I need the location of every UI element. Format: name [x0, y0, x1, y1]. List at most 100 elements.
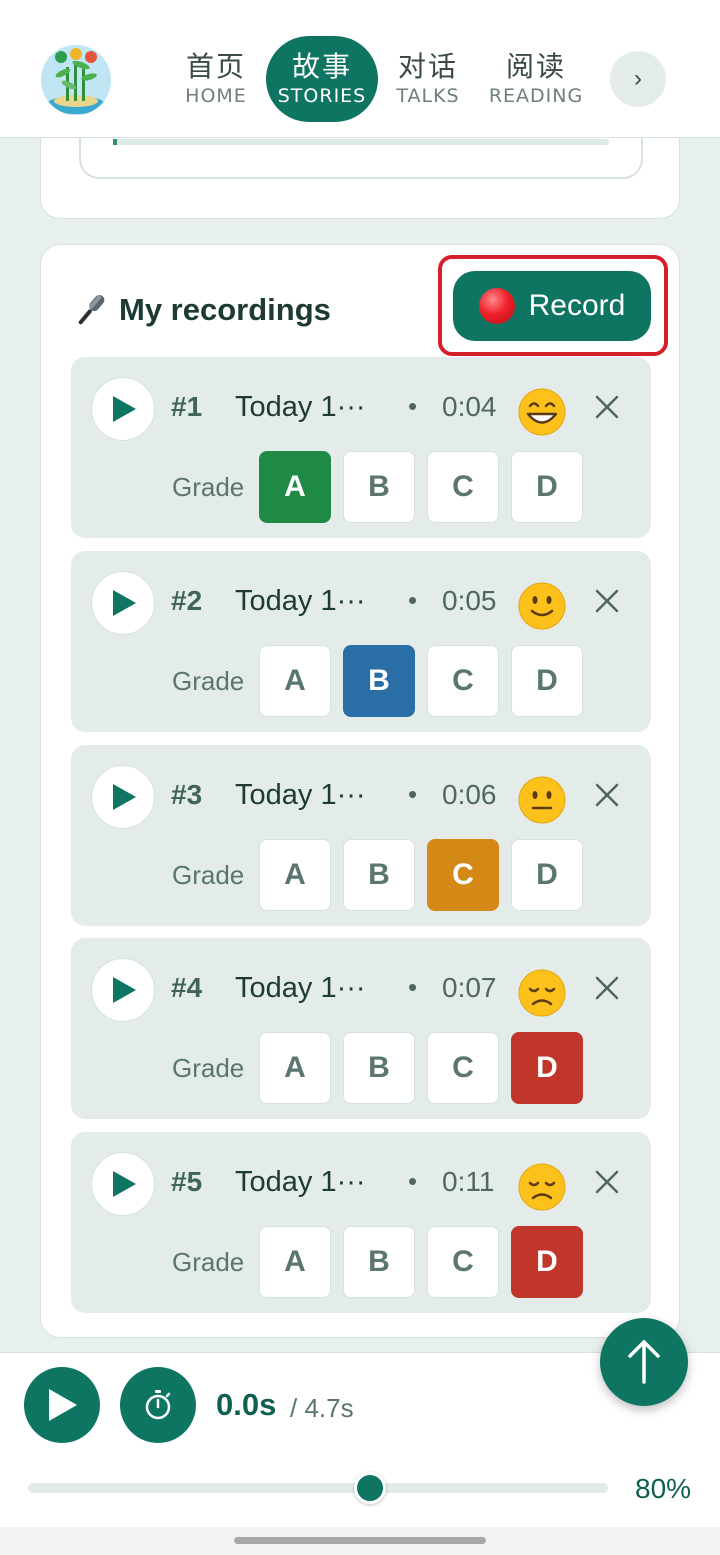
- delete-recording-button[interactable]: [591, 585, 623, 617]
- recording-play-button[interactable]: [91, 958, 155, 1022]
- grade-button-c[interactable]: C: [427, 1032, 499, 1104]
- tab-talks-en-label: TALKS: [396, 85, 460, 107]
- tab-reading-en-label: READING: [488, 85, 584, 107]
- recording-number: #2: [171, 585, 203, 616]
- recording-item: #4 Today 1··· • 0:07 Grade A B C D: [71, 938, 651, 1119]
- grade-button-b[interactable]: B: [343, 645, 415, 717]
- recording-date: Today 1···: [235, 585, 366, 617]
- recording-play-button[interactable]: [91, 377, 155, 441]
- recording-duration: 0:05: [442, 585, 497, 616]
- player-timer-button[interactable]: [120, 1367, 196, 1443]
- recording-date: Today 1···: [235, 779, 366, 811]
- delete-recording-button[interactable]: [591, 391, 623, 423]
- grade-button-c[interactable]: C: [427, 839, 499, 911]
- play-icon: [113, 784, 136, 810]
- player-play-button[interactable]: [24, 1367, 100, 1443]
- grade-label: Grade: [172, 860, 245, 890]
- chevron-right-icon: ›: [634, 65, 642, 92]
- grade-button-c[interactable]: C: [427, 451, 499, 523]
- speed-slider-thumb[interactable]: [354, 1472, 387, 1504]
- player-current-time: 0.0s: [216, 1387, 277, 1422]
- recording-duration: 0:07: [442, 972, 497, 1003]
- grade-button-a[interactable]: A: [259, 839, 331, 911]
- grade-button-b[interactable]: B: [343, 1226, 415, 1298]
- play-icon: [113, 1171, 136, 1197]
- recording-date: Today 1···: [235, 1166, 366, 1198]
- separator-dot: •: [408, 391, 418, 421]
- grade-button-d[interactable]: D: [511, 645, 583, 717]
- red-circle-icon: [478, 288, 515, 324]
- neutral-face-icon: [518, 776, 566, 824]
- grade-button-d[interactable]: D: [511, 1226, 583, 1298]
- recordings-title: My recordings: [119, 292, 331, 327]
- record-button[interactable]: Record: [453, 271, 651, 341]
- delete-recording-button[interactable]: [591, 972, 623, 1004]
- tab-reading-zh-label: 阅读: [505, 50, 566, 83]
- gesture-handle[interactable]: [234, 1537, 486, 1544]
- grade-button-c[interactable]: C: [427, 1226, 499, 1298]
- play-icon: [113, 590, 136, 616]
- recording-play-button[interactable]: [91, 765, 155, 829]
- record-button-label: Record: [528, 289, 626, 322]
- recording-number: #4: [171, 972, 203, 1003]
- microphone-icon: [78, 295, 105, 325]
- scroll-to-top-button[interactable]: [600, 1318, 688, 1406]
- disappointed-face-icon: [518, 969, 566, 1017]
- player-total-time: / 4.7s: [290, 1393, 354, 1423]
- recording-item: #5 Today 1··· • 0:11 Grade A B C D: [71, 1132, 651, 1313]
- disappointed-face-icon: [518, 1163, 566, 1211]
- grade-label: Grade: [172, 1053, 245, 1083]
- tab-stories-en-label: STORIES: [277, 85, 367, 107]
- recording-play-button[interactable]: [91, 1152, 155, 1216]
- system-gesture-area: [0, 1527, 720, 1555]
- app-logo[interactable]: [41, 45, 111, 115]
- recording-date: Today 1···: [235, 391, 366, 423]
- separator-dot: •: [408, 779, 418, 809]
- grade-label: Grade: [172, 472, 245, 502]
- tab-home-zh-label: 首页: [185, 50, 246, 83]
- tab-talks-zh-label: 对话: [397, 50, 458, 83]
- play-icon: [49, 1389, 77, 1421]
- recordings-header: My recordings: [69, 287, 331, 333]
- recording-duration: 0:04: [442, 391, 497, 422]
- recording-item: #2 Today 1··· • 0:05 Grade A B C D: [71, 551, 651, 732]
- grade-button-d[interactable]: D: [511, 451, 583, 523]
- tab-talks[interactable]: 对话 TALKS: [385, 36, 471, 122]
- nav-more-button[interactable]: ›: [610, 51, 666, 107]
- grade-button-b[interactable]: B: [343, 1032, 415, 1104]
- recording-item: #3 Today 1··· • 0:06 Grade A B C D: [71, 745, 651, 926]
- grade-button-a[interactable]: A: [259, 1032, 331, 1104]
- stopwatch-icon: [145, 1390, 171, 1420]
- speed-slider[interactable]: [28, 1472, 608, 1504]
- grinning-face-icon: [518, 388, 566, 436]
- separator-dot: •: [408, 972, 418, 1002]
- grade-label: Grade: [172, 666, 245, 696]
- tab-stories[interactable]: 故事 STORIES: [266, 36, 378, 122]
- speed-percent: 80%: [635, 1473, 692, 1504]
- separator-dot: •: [408, 1166, 418, 1196]
- grade-button-b[interactable]: B: [343, 839, 415, 911]
- recording-number: #5: [171, 1166, 203, 1197]
- delete-recording-button[interactable]: [591, 1166, 623, 1198]
- grade-button-d[interactable]: D: [511, 1032, 583, 1104]
- recording-number: #1: [171, 391, 203, 422]
- separator-dot: •: [408, 585, 418, 615]
- grade-button-c[interactable]: C: [427, 645, 499, 717]
- tab-reading[interactable]: 阅读 READING: [482, 36, 590, 122]
- top-nav-bar: 首页 HOME 故事 STORIES 对话 TALKS 阅读 READING ›: [0, 0, 720, 138]
- recordings-card: My recordings Record #1 Today 1··· • 0:04 Gr…: [40, 244, 680, 1338]
- delete-recording-button[interactable]: [591, 779, 623, 811]
- recording-duration: 0:06: [442, 779, 497, 810]
- previous-section-progress: [113, 139, 609, 145]
- grade-button-a[interactable]: A: [259, 451, 331, 523]
- recording-date: Today 1···: [235, 972, 366, 1004]
- grade-button-a[interactable]: A: [259, 645, 331, 717]
- grade-button-a[interactable]: A: [259, 1226, 331, 1298]
- grade-button-b[interactable]: B: [343, 451, 415, 523]
- grade-button-d[interactable]: D: [511, 839, 583, 911]
- slightly-smiling-face-icon: [518, 582, 566, 630]
- logo-graphic: [41, 45, 111, 115]
- tab-home[interactable]: 首页 HOME: [170, 36, 262, 122]
- play-icon: [113, 977, 136, 1003]
- recording-play-button[interactable]: [91, 571, 155, 635]
